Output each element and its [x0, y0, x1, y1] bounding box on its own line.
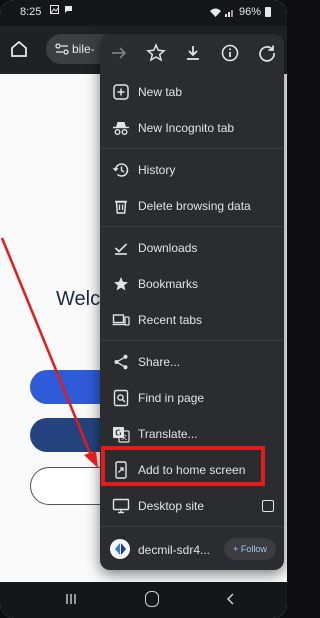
- menu-item-label: Share...: [138, 355, 181, 369]
- share-icon: [114, 354, 128, 370]
- back-icon[interactable]: [224, 592, 238, 606]
- site-settings-icon[interactable]: [54, 41, 70, 57]
- trash-icon: [115, 200, 127, 214]
- download-check-icon: [114, 243, 128, 255]
- status-bar: 8:25 96%: [0, 0, 287, 26]
- home-button-icon[interactable]: [145, 591, 159, 607]
- menu-item-label: Bookmarks: [138, 277, 199, 291]
- download-icon[interactable]: [182, 42, 204, 64]
- bookmark-star-icon[interactable]: [145, 42, 167, 64]
- refresh-icon[interactable]: [256, 42, 278, 64]
- menu-item-find-in-page[interactable]: Find in page: [100, 380, 284, 416]
- menu-item-bookmarks[interactable]: Bookmarks: [100, 266, 284, 302]
- forward-icon[interactable]: [108, 42, 130, 64]
- status-right: 96%: [209, 6, 271, 18]
- menu-item-downloads[interactable]: Downloads: [100, 230, 284, 266]
- menu-item-new-tab[interactable]: New tab: [100, 74, 284, 110]
- message-notification-icon: [64, 6, 72, 13]
- page-welcome-heading: Welc: [56, 288, 101, 310]
- recents-icon[interactable]: [64, 592, 78, 606]
- menu-item-desktop-site[interactable]: Desktop site: [100, 488, 284, 524]
- site-logo-icon: [115, 543, 126, 555]
- follow-button[interactable]: + Follow: [224, 538, 276, 560]
- incognito-icon: [113, 122, 129, 135]
- menu-action-row: [100, 34, 284, 74]
- menu-item-new-incognito-tab[interactable]: New Incognito tab: [100, 110, 284, 146]
- navigation-bar: [0, 582, 287, 618]
- menu-item-label: Translate...: [138, 427, 198, 441]
- find-page-icon: [113, 389, 129, 407]
- battery-percent: 96%: [238, 6, 261, 18]
- url-text: bile-: [72, 42, 95, 56]
- menu-item-label: Recent tabs: [138, 313, 203, 327]
- menu-item-label: Downloads: [138, 241, 198, 255]
- gallery-notification-icon: [50, 5, 59, 14]
- translate-icon: G 文: [113, 427, 130, 443]
- home-icon[interactable]: [8, 38, 30, 60]
- follow-site-row: decmil-sdr4... + Follow: [100, 532, 284, 568]
- menu-item-share[interactable]: Share...: [100, 344, 284, 380]
- menu-item-label: New tab: [138, 85, 183, 99]
- follow-site-name: decmil-sdr4...: [138, 543, 211, 557]
- info-icon[interactable]: [219, 42, 241, 64]
- status-time: 8:25: [20, 6, 42, 18]
- menu-divider: [100, 526, 284, 527]
- browser-overflow-menu: New tab New Incognito tab History Delete…: [100, 34, 284, 570]
- site-favicon: [110, 539, 130, 559]
- menu-item-label: History: [138, 163, 176, 177]
- star-filled-icon: [114, 277, 128, 291]
- svg-text:文: 文: [121, 434, 127, 442]
- notification-icons: [50, 5, 73, 17]
- menu-item-label: Delete browsing data: [138, 199, 251, 213]
- menu-divider: [100, 226, 284, 227]
- wifi-icon: [209, 8, 221, 17]
- menu-item-label: Desktop site: [138, 499, 205, 513]
- battery-icon: [265, 7, 271, 17]
- menu-item-recent-tabs[interactable]: Recent tabs: [100, 302, 284, 338]
- monitor-icon: [112, 498, 130, 514]
- devices-icon: [112, 314, 130, 326]
- menu-item-history[interactable]: History: [100, 152, 284, 188]
- history-icon: [112, 163, 129, 177]
- signal-icon: [224, 9, 233, 17]
- menu-item-label: Find in page: [138, 391, 205, 405]
- plus-box-icon: [113, 84, 129, 100]
- highlight-box: [101, 446, 265, 486]
- menu-divider: [100, 340, 284, 341]
- menu-item-label: New Incognito tab: [138, 121, 235, 135]
- menu-item-delete-browsing-data[interactable]: Delete browsing data: [100, 188, 284, 224]
- menu-divider: [100, 148, 284, 149]
- phone-screen: 8:25 96% bile- Welc New tab New Incognit…: [0, 0, 287, 618]
- desktop-site-checkbox[interactable]: [262, 500, 274, 512]
